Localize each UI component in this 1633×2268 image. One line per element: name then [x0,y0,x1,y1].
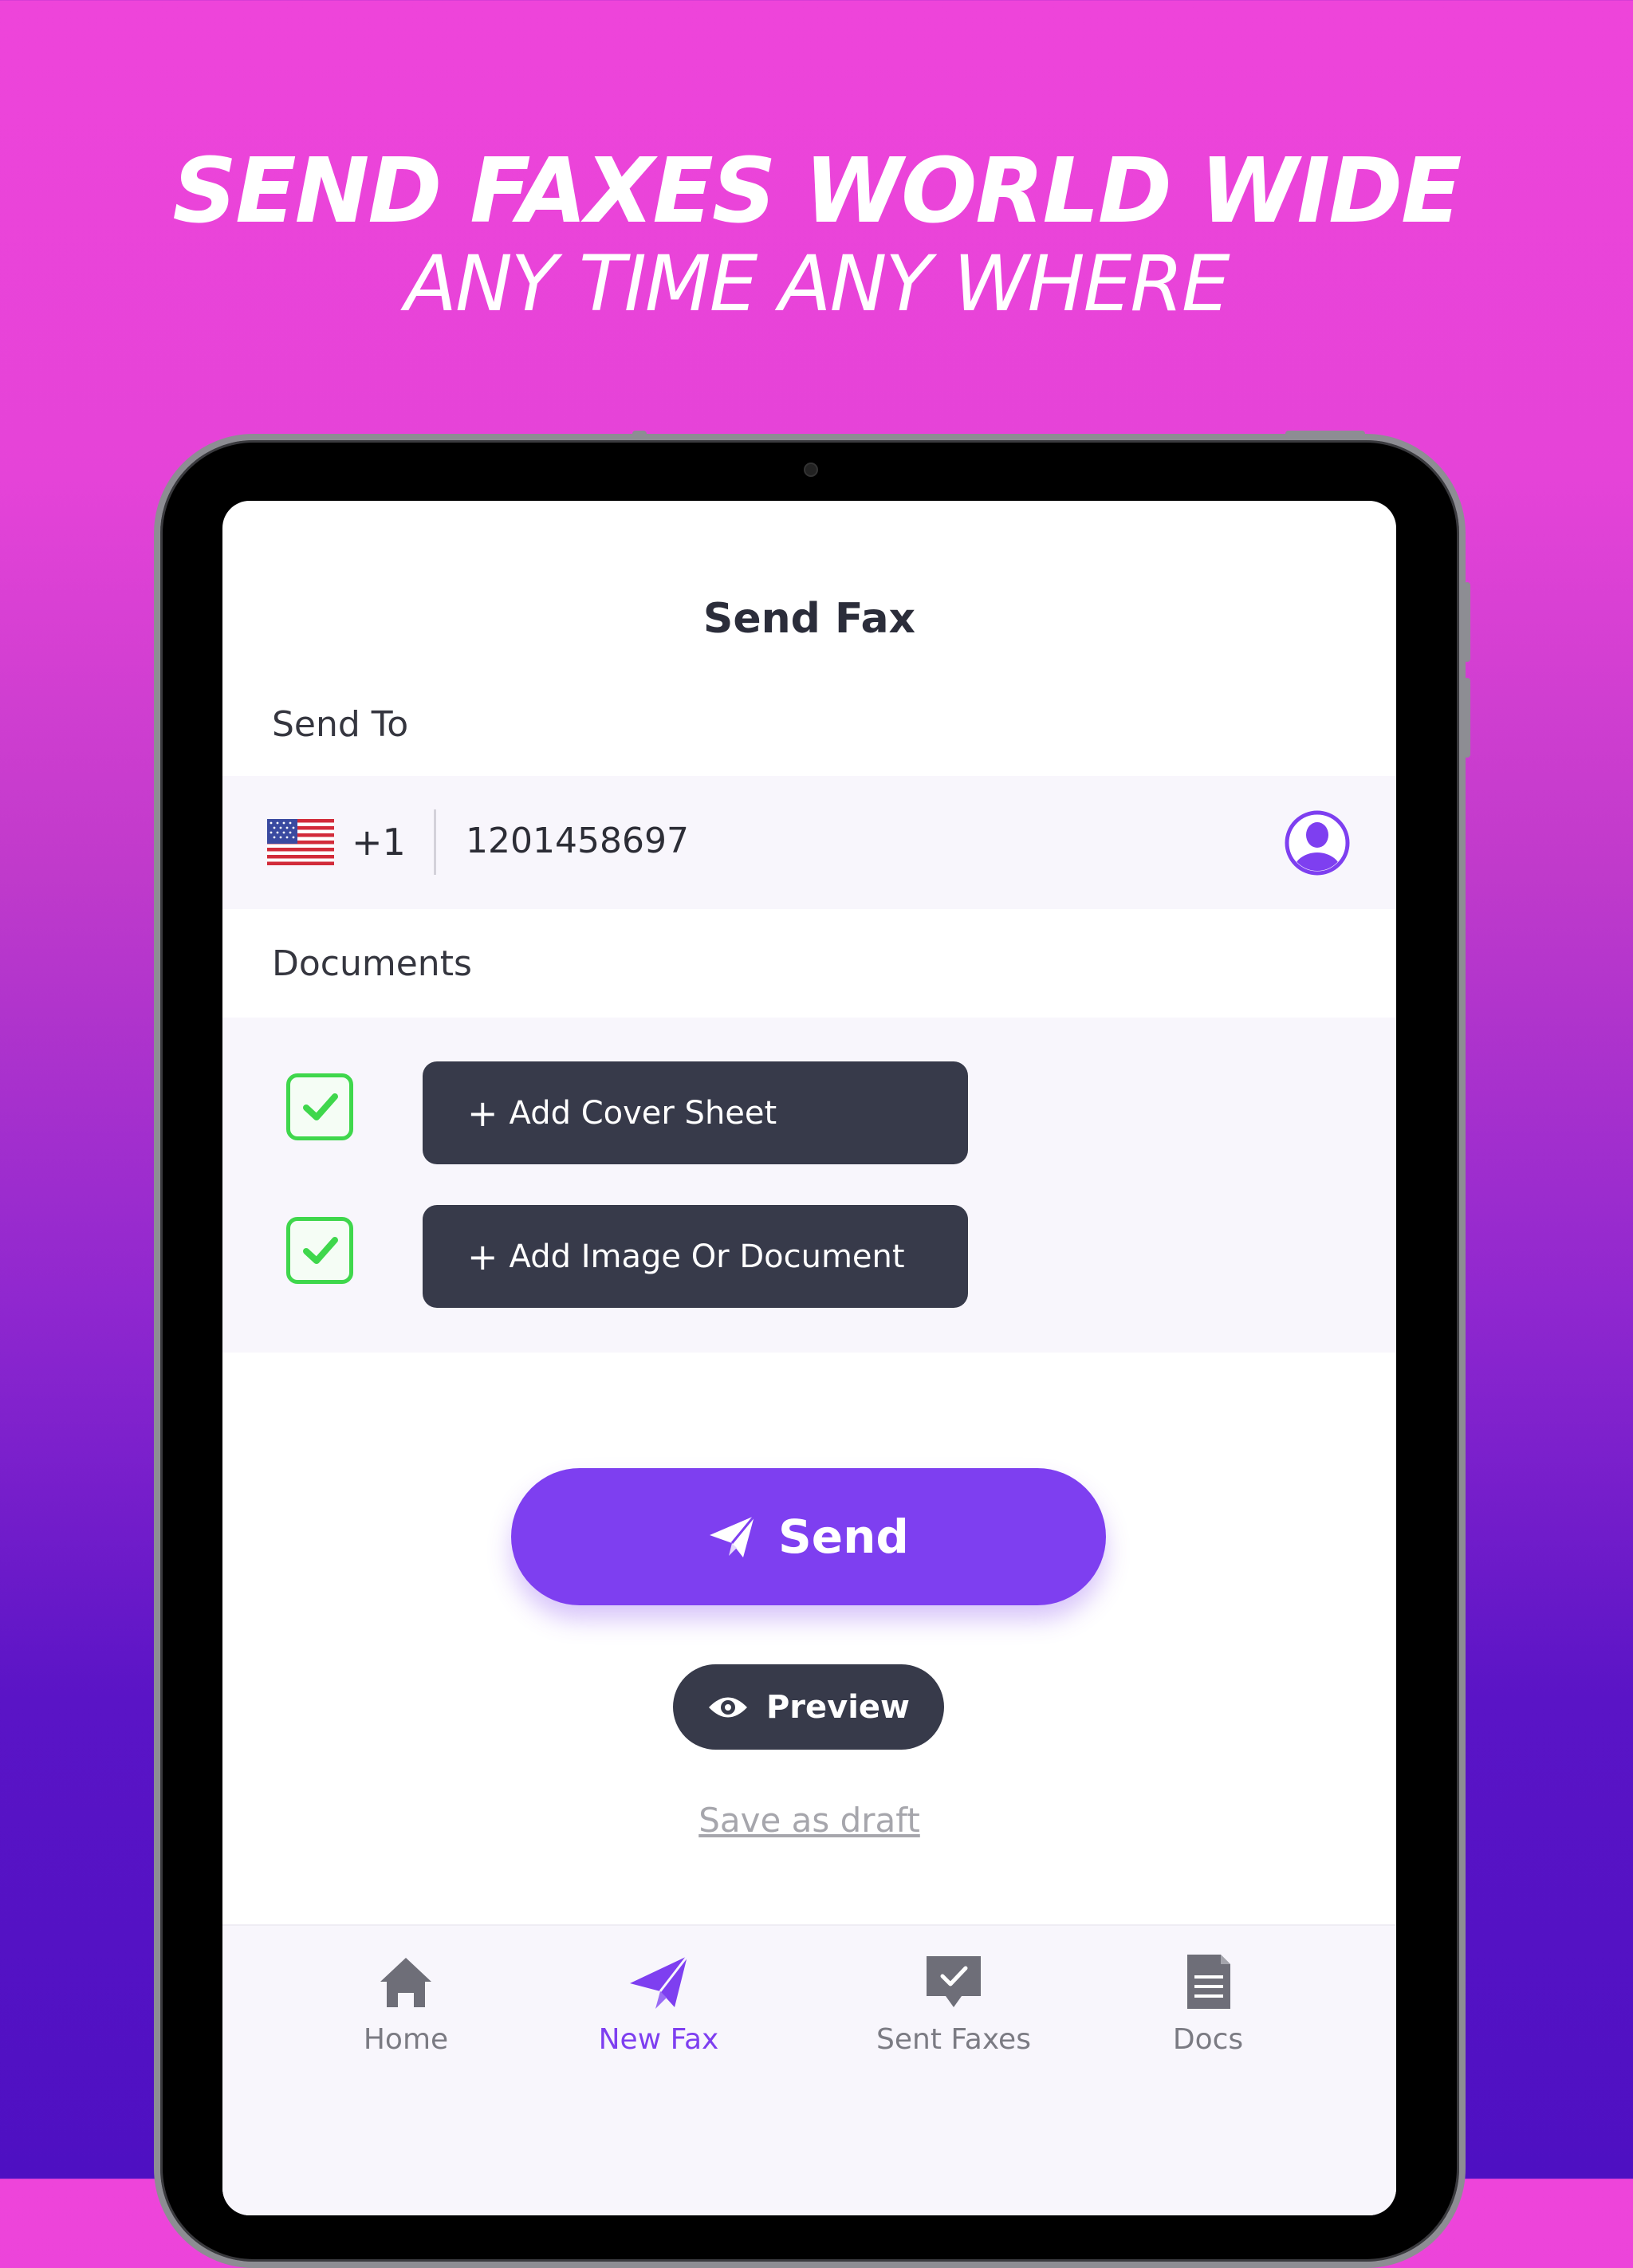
preview-button-label: Preview [765,1688,911,1726]
promo-subheadline: ANY TIME ANY WHERE [404,239,1230,329]
add-cover-sheet-label: Add Cover Sheet [509,1094,777,1132]
preview-button[interactable]: Preview [673,1664,944,1750]
app-screen: Send Fax Send To +1 1201458697 Documents… [222,501,1396,2215]
documents-label: Documents [272,943,472,984]
document-checkbox[interactable] [286,1217,353,1284]
page-title: Send Fax [702,595,916,643]
eye-icon [708,1697,747,1717]
contact-person-icon[interactable] [1284,809,1351,876]
send-button-label: Send [778,1510,909,1564]
cover-sheet-checkbox[interactable] [286,1073,353,1140]
tablet-camera [804,463,818,477]
phone-row: +1 1201458697 [222,776,1396,909]
tab-new-fax-label: New Fax [598,2023,719,2056]
tab-sent-faxes[interactable]: Sent Faxes [842,1926,1065,2085]
tab-sent-faxes-label: Sent Faxes [876,2023,1031,2056]
send-button[interactable]: Send [511,1468,1106,1605]
add-image-or-document-button[interactable]: + Add Image Or Document [423,1205,968,1308]
add-cover-sheet-button[interactable]: + Add Cover Sheet [423,1061,968,1164]
plus-icon: + [467,1091,498,1135]
paper-plane-icon [630,1955,689,2009]
us-flag-icon[interactable] [267,819,334,865]
document-icon [1187,1955,1230,2009]
paper-plane-icon [710,1515,756,1557]
tab-new-fax[interactable]: New Fax [547,1926,770,2085]
tablet-power-button [1285,431,1365,439]
send-to-label: Send To [272,704,409,745]
tablet-volume-down-button [1464,678,1470,758]
bottom-tab-bar: Home New Fax Sent Faxes Docs [222,1924,1396,2215]
tab-docs-label: Docs [1172,2023,1244,2056]
tablet-volume-up-button [1464,582,1470,662]
promo-headline: SEND FAXES WORLD WIDE [172,140,1462,243]
country-code[interactable]: +1 [352,821,406,864]
add-image-or-document-label: Add Image Or Document [509,1238,905,1275]
tab-home[interactable]: Home [294,1926,517,2085]
plus-icon: + [467,1234,498,1278]
tab-home-label: Home [363,2023,449,2056]
home-icon [380,1958,431,2007]
phone-divider [434,809,436,875]
tab-docs[interactable]: Docs [1096,1926,1320,2085]
save-as-draft-link[interactable]: Save as draft [222,1801,1396,1840]
documents-list: + Add Cover Sheet + Add Image Or Documen… [222,1018,1396,1353]
checkmark-icon [303,1093,338,1120]
tablet-top-button [632,431,647,439]
sent-check-icon [927,1956,981,2007]
fax-number-input[interactable]: 1201458697 [466,821,689,861]
checkmark-icon [303,1237,338,1264]
